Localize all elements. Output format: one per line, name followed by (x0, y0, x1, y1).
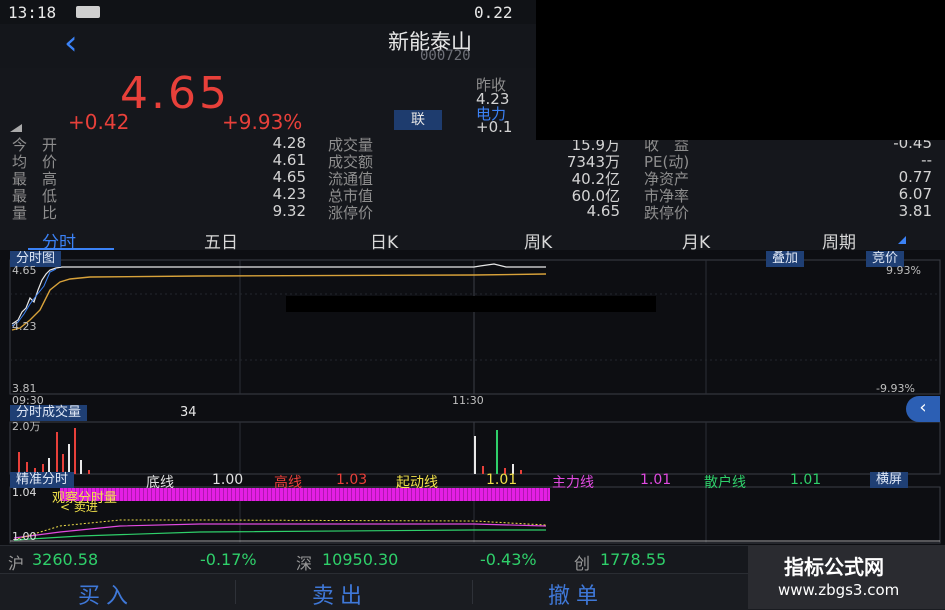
fullscreen-button[interactable]: 横屏 (870, 472, 909, 488)
site-watermark: 指标公式网 www.zbgs3.com (748, 545, 945, 609)
indicator-name: 底线 (146, 475, 174, 491)
stat-label: 量 比 (12, 204, 58, 222)
expand-corner-icon[interactable] (10, 124, 22, 132)
indicator-top-label: 1.04 (12, 486, 37, 499)
stat-value: -- (921, 151, 932, 169)
index-value: 1778.55 (600, 550, 667, 569)
stat-value: 3.81 (898, 202, 932, 220)
stat-row: 最 低 4.23 总市值 60.0亿 市净率 6.07 (0, 185, 945, 205)
stat-value: 9.32 (272, 202, 306, 220)
stat-value: 0.77 (898, 168, 932, 186)
indicator-name: 主力线 (552, 475, 594, 491)
redaction-block (536, 0, 945, 140)
current-price: 4.65 (120, 68, 230, 119)
stock-code: 000720 (420, 48, 471, 64)
indicator-value: 1.03 (336, 472, 368, 488)
link-button[interactable]: 联 (394, 110, 442, 130)
indicator-value: 1.01 (486, 472, 518, 488)
indicator-value: 1.00 (212, 472, 244, 488)
pct-low-label: -9.93% (876, 382, 915, 395)
indicator-legend: 精准分时 底线 1.00 高线 1.03 起动线 1.01 主力线 1.01 散… (0, 472, 945, 491)
status-network-speed: 0.22 (474, 3, 513, 22)
stat-row: 最 高 4.65 流通值 40.2亿 净资产 0.77 (0, 168, 945, 188)
time-mid-label: 11:30 (452, 394, 484, 407)
volume-max-label: 2.0万 (12, 420, 41, 433)
price-mid-label: 4.23 (12, 320, 37, 333)
stat-value: 4.65 (272, 168, 306, 186)
stat-value: 6.07 (898, 185, 932, 203)
price-change: +0.42 (68, 110, 130, 134)
chart-area: 分时图 叠加 竞价 4.65 4.23 3.81 9.93% -9.93% 09… (0, 250, 945, 545)
buy-button[interactable]: 买入 (78, 578, 134, 610)
volume-bar (496, 430, 498, 474)
stat-value: 4.23 (272, 185, 306, 203)
stat-row: 均 价 4.61 成交额 7343万 PE(动) -- (0, 151, 945, 171)
price-high-label: 4.65 (12, 264, 37, 277)
collapse-panel-icon[interactable]: ‹ (906, 396, 940, 422)
index-change: -0.43% (480, 550, 537, 569)
overlay-button[interactable]: 叠加 (766, 251, 805, 267)
volume-current: 34 (180, 405, 197, 420)
cancel-order-button[interactable]: 撤单 (548, 578, 604, 610)
volume-bar (74, 428, 76, 474)
stat-value: 4.61 (272, 151, 306, 169)
sell-button[interactable]: 卖出 (312, 578, 368, 610)
divider (472, 580, 473, 604)
stat-label: 涨停价 (328, 204, 374, 222)
index-name: 沪 (8, 554, 25, 573)
volume-bar (68, 444, 70, 474)
price-change-pct: +9.93% (222, 110, 303, 134)
index-value: 3260.58 (32, 550, 99, 569)
indicator-bottom-label: 1.00 (12, 530, 37, 543)
indicator-name: 起动线 (396, 475, 438, 491)
volume-bar (474, 436, 476, 474)
divider (235, 580, 236, 604)
index-change: -0.17% (200, 550, 257, 569)
redaction-block (286, 296, 656, 312)
notification-icon (76, 6, 100, 18)
back-icon[interactable]: ‹ (64, 26, 78, 60)
stat-value: 4.28 (272, 134, 306, 152)
pct-high-label: 9.93% (886, 264, 921, 277)
watermark-url: www.zbgs3.com (778, 581, 900, 599)
indicator-value: 1.01 (640, 472, 672, 488)
index-value: 10950.30 (322, 550, 399, 569)
indicator-name: 散户线 (704, 475, 746, 491)
volume-bar (62, 454, 64, 474)
volume-bar (56, 432, 58, 474)
volume-bar (18, 452, 20, 474)
index-name: 创 (574, 554, 591, 573)
volume-bars (12, 428, 552, 474)
watermark-title: 指标公式网 (784, 555, 884, 579)
period-dropdown-icon[interactable] (898, 236, 906, 244)
indicator-value: 1.01 (790, 472, 822, 488)
stat-label: 跌停价 (644, 204, 690, 222)
indicator-band (60, 488, 550, 501)
index-name: 深 (296, 554, 313, 573)
stat-value: 4.65 (586, 202, 620, 220)
chart-tabs: 分时 五日 日K 周K 月K 周期 (0, 228, 945, 253)
indicator-note: < 卖进 (60, 500, 98, 514)
status-time: 13:18 (8, 3, 57, 22)
indicator-name: 高线 (274, 475, 302, 491)
stat-row: 量 比 9.32 涨停价 4.65 跌停价 3.81 (0, 202, 945, 222)
